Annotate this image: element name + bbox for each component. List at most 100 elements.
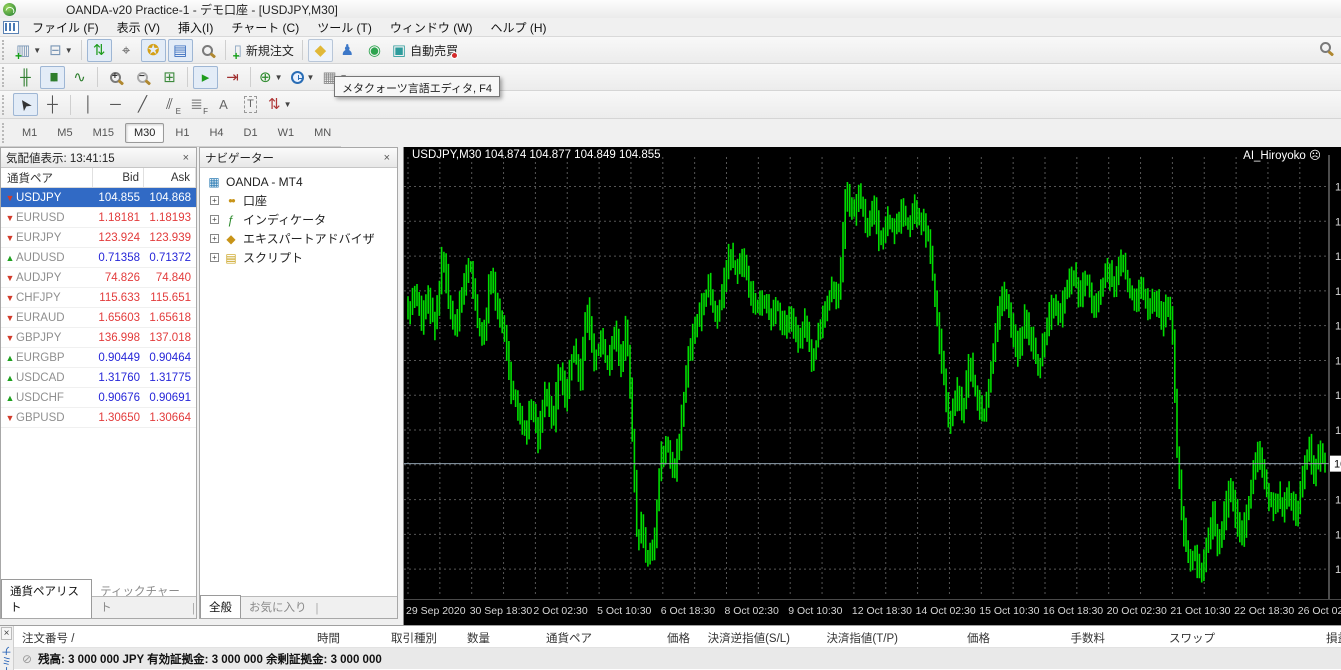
market-watch-row-usdcad[interactable]: ▲ USDCAD 1.31760 1.31775 bbox=[1, 368, 196, 388]
timeframe-w1[interactable]: W1 bbox=[269, 123, 304, 143]
price-up-icon: ▲ bbox=[5, 252, 15, 263]
menu-ヘルプH[interactable]: ヘルプ (H) bbox=[482, 18, 556, 37]
timeframe-d1[interactable]: D1 bbox=[235, 123, 267, 143]
market-watch-row-eurjpy[interactable]: ▼ EURJPY 123.924 123.939 bbox=[1, 228, 196, 248]
market-watch-row-eurgbp[interactable]: ▲ EURGBP 0.90449 0.90464 bbox=[1, 348, 196, 368]
terminal-column-11[interactable]: 損益 bbox=[1199, 630, 1341, 646]
line-chart-button[interactable]: ∿ bbox=[67, 66, 92, 89]
market-watch-tab[interactable]: ティックチャート bbox=[92, 580, 191, 618]
horizontal-line-button[interactable]: ─ bbox=[103, 93, 128, 116]
timeframe-m15[interactable]: M15 bbox=[84, 123, 123, 143]
terminal-column-header[interactable]: 注文番号 / 時間 取引種別 数量 通貨ペア 価格 決済逆指値(S/L) 決済指値(T/P) 価… bbox=[14, 626, 1341, 648]
timeframe-m30[interactable]: M30 bbox=[124, 122, 165, 143]
signals-button[interactable]: ◉ bbox=[362, 39, 387, 62]
time-axis-label: 5 Oct 10:30 bbox=[597, 605, 652, 617]
navigator-item-accounts[interactable]: + ●● 口座 bbox=[204, 191, 397, 210]
toolbar-separator bbox=[187, 67, 188, 87]
navigator-root[interactable]: ▦ OANDA - MT4 bbox=[204, 172, 397, 191]
menu-ファイルF[interactable]: ファイル (F) bbox=[23, 18, 108, 37]
autotrading-button[interactable]: ▣ 自動売買 bbox=[389, 39, 461, 62]
navigator-tab[interactable]: お気に入り bbox=[241, 596, 315, 618]
menu-挿入I[interactable]: 挿入(I) bbox=[169, 18, 222, 37]
timeframe-h4[interactable]: H4 bbox=[200, 123, 232, 143]
zoom-in-button[interactable]: + bbox=[103, 66, 128, 89]
auto-scroll-button[interactable]: ▸ bbox=[193, 65, 218, 89]
market-watch-row-audjpy[interactable]: ▼ AUDJPY 74.826 74.840 bbox=[1, 268, 196, 288]
zoom-out-button[interactable]: − bbox=[130, 66, 155, 89]
market-watch-row-gbpusd[interactable]: ▼ GBPUSD 1.30650 1.30664 bbox=[1, 408, 196, 428]
timeframe-mn[interactable]: MN bbox=[305, 123, 340, 143]
menu-ウィンドウW[interactable]: ウィンドウ (W) bbox=[381, 18, 482, 37]
timeframe-m1[interactable]: M1 bbox=[13, 123, 46, 143]
column-bid[interactable]: Bid bbox=[93, 168, 144, 187]
terminal-title-strip: × ターミナル bbox=[0, 626, 14, 670]
expand-icon[interactable]: + bbox=[210, 215, 219, 224]
terminal-vertical-tab[interactable]: ターミナル bbox=[1, 643, 13, 670]
equidistant-channel-button[interactable]: ⫽ E bbox=[157, 93, 182, 116]
toolbar-grip[interactable] bbox=[2, 122, 9, 143]
fibonacci-button[interactable]: ≣ F bbox=[184, 93, 209, 116]
timeframe-h1[interactable]: H1 bbox=[166, 123, 198, 143]
trendline-button[interactable]: ╱ bbox=[130, 93, 155, 116]
indicators-dropdown[interactable]: ⊕ ▼ bbox=[256, 66, 286, 89]
menu-表示V[interactable]: 表示 (V) bbox=[108, 18, 169, 37]
symbol-label: EURJPY bbox=[16, 231, 62, 244]
expand-icon[interactable]: + bbox=[210, 253, 219, 262]
market-watch-toggle[interactable]: ⇅ bbox=[86, 38, 112, 62]
market-watch-row-audusd[interactable]: ▲ AUDUSD 0.71358 0.71372 bbox=[1, 248, 196, 268]
toolbar-grip[interactable] bbox=[2, 94, 9, 115]
market-watch-row-gbpjpy[interactable]: ▼ GBPJPY 136.998 137.018 bbox=[1, 328, 196, 348]
mql5-community-button[interactable]: ♟ bbox=[335, 39, 360, 62]
text-button[interactable]: A bbox=[211, 93, 236, 116]
expand-icon[interactable]: + bbox=[210, 196, 219, 205]
text-label-button[interactable]: T bbox=[238, 93, 263, 116]
terminal-column-10[interactable]: スワップ bbox=[1065, 630, 1215, 646]
chart-window-icon[interactable] bbox=[3, 20, 19, 34]
chart-shift-button[interactable]: ⇥ bbox=[220, 66, 245, 89]
terminal-toggle[interactable]: ▤ bbox=[167, 38, 193, 62]
strategy-tester-toggle[interactable] bbox=[195, 39, 220, 62]
candlestick-chart[interactable]: 106.050 105.900 105.750 105.600 105.450 105.3… bbox=[404, 147, 1341, 625]
new-chart-dropdown[interactable]: ▥ + ▼ bbox=[13, 39, 44, 62]
market-watch-row-eurusd[interactable]: ▼ EURUSD 1.18181 1.18193 bbox=[1, 208, 196, 228]
market-watch-row-chfjpy[interactable]: ▼ CHFJPY 115.633 115.651 bbox=[1, 288, 196, 308]
expand-icon[interactable]: + bbox=[210, 234, 219, 243]
close-icon[interactable]: × bbox=[382, 152, 392, 164]
terminal-column-0[interactable]: 注文番号 / bbox=[22, 630, 74, 646]
new-order-button[interactable]: ▯ + 新規注文 bbox=[231, 39, 297, 62]
menu-チャートC[interactable]: チャート (C) bbox=[222, 18, 308, 37]
crosshair-button[interactable]: ┼ bbox=[40, 93, 65, 116]
chart-time-axis[interactable]: 29 Sep 2020 30 Sep 18:30 2 Oct 02:30 5 Oct … bbox=[404, 599, 1341, 622]
vertical-line-button[interactable]: │ bbox=[76, 93, 101, 116]
tile-windows-button[interactable]: ⊞ bbox=[157, 66, 182, 89]
column-symbol[interactable]: 通貨ペア bbox=[1, 168, 93, 187]
navigator-item-experts[interactable]: + ◆ エキスパートアドバイザ bbox=[204, 229, 397, 248]
candlestick-button[interactable]: ▮ bbox=[40, 65, 65, 89]
menu-ツールT[interactable]: ツール (T) bbox=[308, 18, 381, 37]
market-watch-tab[interactable]: 通貨ペアリスト bbox=[1, 579, 93, 618]
navigator-toggle[interactable]: ✪ bbox=[140, 38, 166, 62]
market-watch-row-euraud[interactable]: ▼ EURAUD 1.65603 1.65618 bbox=[1, 308, 196, 328]
toolbar-grip[interactable] bbox=[2, 40, 9, 60]
market-watch-row-usdjpy[interactable]: ▼ USDJPY 104.855 104.868 bbox=[1, 188, 196, 208]
navigator-item-indicators[interactable]: + ƒ インディケータ bbox=[204, 210, 397, 229]
close-icon[interactable]: × bbox=[1, 627, 12, 640]
navigator-tab[interactable]: 全般 bbox=[200, 595, 241, 618]
profiles-dropdown[interactable]: ⊟ ▼ bbox=[46, 39, 76, 62]
timeframe-m5[interactable]: M5 bbox=[48, 123, 81, 143]
cursor-button[interactable]: ➤ bbox=[13, 93, 38, 116]
metaeditor-button[interactable]: ◆ bbox=[307, 38, 333, 62]
periods-dropdown[interactable]: ▼ bbox=[288, 66, 318, 89]
search-icon[interactable] bbox=[1320, 42, 1331, 56]
market-watch-row-usdchf[interactable]: ▲ USDCHF 0.90676 0.90691 bbox=[1, 388, 196, 408]
arrows-dropdown[interactable]: ⇅ ▼ bbox=[265, 93, 295, 116]
ohlc-bars-button[interactable]: ╫ bbox=[13, 66, 38, 89]
close-icon[interactable]: × bbox=[181, 152, 191, 164]
toolbar-grip[interactable] bbox=[2, 67, 9, 87]
market-watch-column-header[interactable]: 通貨ペア Bid Ask bbox=[1, 168, 196, 188]
chart-window[interactable]: 106.050 105.900 105.750 105.600 105.450 105.3… bbox=[403, 147, 1341, 625]
menu-bar: ファイル (F) 表示 (V) 挿入(I) チャート (C) ツール (T) ウィンドウ … bbox=[0, 18, 1341, 37]
column-ask[interactable]: Ask bbox=[144, 168, 196, 187]
navigator-item-scripts[interactable]: + ▤ スクリプト bbox=[204, 248, 397, 267]
data-window-toggle[interactable]: ⌖ bbox=[114, 39, 139, 62]
